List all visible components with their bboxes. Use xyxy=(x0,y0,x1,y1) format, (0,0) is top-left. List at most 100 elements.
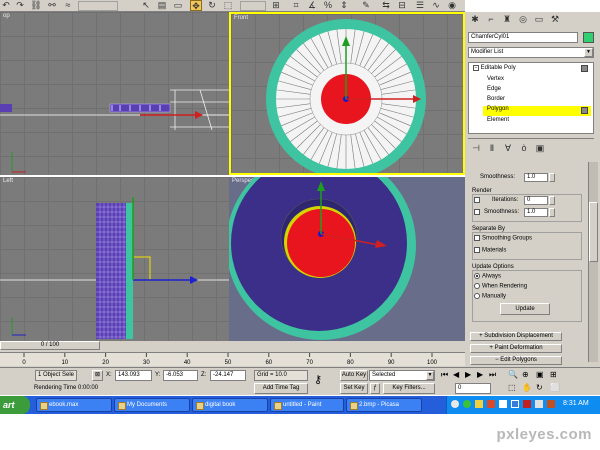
zoom-extents-all-icon[interactable]: ⊞ xyxy=(550,370,557,379)
unlink-icon[interactable]: ⚯ xyxy=(46,0,58,11)
pan-icon[interactable]: ✋ xyxy=(522,383,532,392)
tray-icon[interactable] xyxy=(475,400,483,408)
go-to-start-icon[interactable]: ⏮ xyxy=(441,370,448,380)
zoom-all-icon[interactable]: ⊕ xyxy=(522,370,529,379)
mirror-icon[interactable]: ⇆ xyxy=(380,0,392,11)
smoothing-groups-checkbox[interactable]: Smoothing Groups xyxy=(474,235,532,242)
paint-deformation-rollout[interactable]: + Paint Deformation xyxy=(470,344,562,353)
stack-item-vertex[interactable]: Vertex xyxy=(487,76,504,82)
viewport-left[interactable]: Left xyxy=(0,177,229,341)
select-object-icon[interactable]: ↖ xyxy=(140,0,152,11)
align-icon[interactable]: ⊟ xyxy=(396,0,408,11)
bind-icon[interactable]: ≈ xyxy=(62,0,74,11)
time-slider[interactable]: 0 / 100 xyxy=(0,341,100,350)
task-paint[interactable]: untitled - Paint xyxy=(270,398,344,412)
stack-item-editable-poly[interactable]: − Editable Poly xyxy=(473,65,516,71)
stack-item-border[interactable]: Border xyxy=(487,96,505,102)
tray-icon[interactable] xyxy=(511,400,519,408)
stack-item-element[interactable]: Element xyxy=(487,117,509,123)
viewport-top[interactable]: op xyxy=(0,12,229,175)
render-smoothness-checkbox[interactable] xyxy=(474,209,480,215)
tray-icon[interactable] xyxy=(523,400,531,408)
scrollbar-thumb[interactable] xyxy=(589,202,598,262)
materials-checkbox[interactable]: Materials xyxy=(474,247,506,254)
region-zoom-icon[interactable]: ⬚ xyxy=(508,383,516,392)
y-coordinate-field[interactable]: -6.053 xyxy=(163,370,198,381)
lock-selection-icon[interactable]: ⊠ xyxy=(92,370,103,381)
key-filters-button[interactable]: Key Filters... xyxy=(383,383,435,394)
update-button[interactable]: Update xyxy=(500,303,550,315)
viewport-front[interactable]: Front xyxy=(229,12,465,175)
named-selection-icon[interactable]: ✎ xyxy=(360,0,372,11)
utilities-tab-icon[interactable]: ⚒ xyxy=(549,14,561,25)
auto-key-button[interactable]: Auto Key xyxy=(340,370,368,381)
task-ebook[interactable]: ebook.max xyxy=(36,398,112,412)
move-icon[interactable]: ✥ xyxy=(190,0,202,11)
remove-modifier-icon[interactable]: ò xyxy=(518,143,530,154)
arc-rotate-icon[interactable]: ↻ xyxy=(536,383,543,392)
manually-radio[interactable]: Manually xyxy=(474,293,506,300)
create-tab-icon[interactable]: ✱ xyxy=(469,14,481,25)
layer-icon[interactable]: ☰ xyxy=(414,0,426,11)
redo-icon[interactable]: ↷ xyxy=(14,0,26,11)
tray-icon[interactable] xyxy=(487,400,495,408)
maximize-viewport-icon[interactable]: ⬜ xyxy=(550,383,560,392)
rect-select-icon[interactable]: ▭ xyxy=(172,0,184,11)
iterations-spinner[interactable] xyxy=(549,196,555,205)
add-time-tag-button[interactable]: Add Time Tag xyxy=(254,383,308,394)
configure-sets-icon[interactable]: ▣ xyxy=(534,143,546,154)
pin-stack-icon[interactable]: ⊣ xyxy=(470,143,482,154)
smoothness-field[interactable]: 1.0 xyxy=(524,173,548,182)
tray-icon[interactable] xyxy=(547,400,555,408)
stack-item-edge[interactable]: Edge xyxy=(487,86,501,92)
key-icon[interactable]: ⚷ xyxy=(314,373,322,386)
task-digital-book[interactable]: digital book xyxy=(192,398,268,412)
hierarchy-tab-icon[interactable]: ♜ xyxy=(501,14,513,25)
auto-key-dropdown[interactable]: Selected ▼ xyxy=(369,370,435,381)
curve-editor-icon[interactable]: ∿ xyxy=(430,0,442,11)
z-coordinate-field[interactable]: -24.147 xyxy=(210,370,246,381)
zoom-extents-icon[interactable]: ▣ xyxy=(536,370,544,379)
set-key-button[interactable]: Set Key xyxy=(340,383,368,394)
current-frame-field[interactable]: 0 xyxy=(455,383,491,394)
stack-item-polygon[interactable]: Polygon xyxy=(483,106,591,116)
start-button[interactable]: art xyxy=(0,396,30,414)
stack-visibility-icon[interactable] xyxy=(581,107,588,114)
select-by-name-icon[interactable]: ▤ xyxy=(156,0,168,11)
previous-frame-icon[interactable]: ◀ xyxy=(453,370,459,379)
when-rendering-radio[interactable]: When Rendering xyxy=(474,283,527,290)
tray-icon[interactable] xyxy=(451,400,459,408)
task-picasa[interactable]: 2.bmp - Picasa xyxy=(346,398,422,412)
undo-icon[interactable]: ↶ xyxy=(0,0,12,11)
snap-icon[interactable]: ⌗ xyxy=(290,0,302,11)
motion-tab-icon[interactable]: ◎ xyxy=(517,14,529,25)
chevron-down-icon[interactable]: ▼ xyxy=(426,371,434,380)
render-smoothness-field[interactable]: 1.0 xyxy=(524,208,548,217)
edit-polygons-rollout[interactable]: − Edit Polygons xyxy=(470,356,562,365)
viewport-perspective[interactable]: Perspective xyxy=(229,177,465,341)
key-mode-icon[interactable]: ƒ xyxy=(370,383,380,394)
trackbar[interactable]: 0 10 20 30 40 50 60 70 80 90 100 xyxy=(0,352,465,366)
modifier-list-dropdown[interactable]: Modifier List ▼ xyxy=(468,47,594,58)
link-icon[interactable]: ⛓ xyxy=(30,0,42,11)
object-color-swatch[interactable] xyxy=(583,32,594,43)
object-name-field[interactable]: ChamferCyl01 xyxy=(468,32,578,43)
iterations-field[interactable]: 0 xyxy=(524,196,548,205)
modify-tab-icon[interactable]: ⌐ xyxy=(485,14,497,25)
x-coordinate-field[interactable]: 143.093 xyxy=(115,370,152,381)
always-radio[interactable]: Always xyxy=(474,273,501,280)
volume-icon[interactable] xyxy=(535,400,543,408)
angle-snap-icon[interactable]: ∡ xyxy=(306,0,318,11)
task-my-documents[interactable]: My Documents xyxy=(114,398,190,412)
show-end-result-icon[interactable]: Ⅱ xyxy=(486,143,498,154)
tray-icon[interactable] xyxy=(463,400,471,408)
go-to-end-icon[interactable]: ⏭ xyxy=(489,370,496,380)
stack-visibility-icon[interactable] xyxy=(581,65,588,72)
rotate-icon[interactable]: ↻ xyxy=(206,0,218,11)
display-tab-icon[interactable]: ▭ xyxy=(533,14,545,25)
spinner-snap-icon[interactable]: ⇕ xyxy=(338,0,350,11)
selection-filter[interactable] xyxy=(78,1,118,11)
next-frame-icon[interactable]: ▶ xyxy=(477,370,483,379)
iterations-checkbox[interactable] xyxy=(474,197,480,203)
clock[interactable]: 8:31 AM xyxy=(563,400,589,407)
